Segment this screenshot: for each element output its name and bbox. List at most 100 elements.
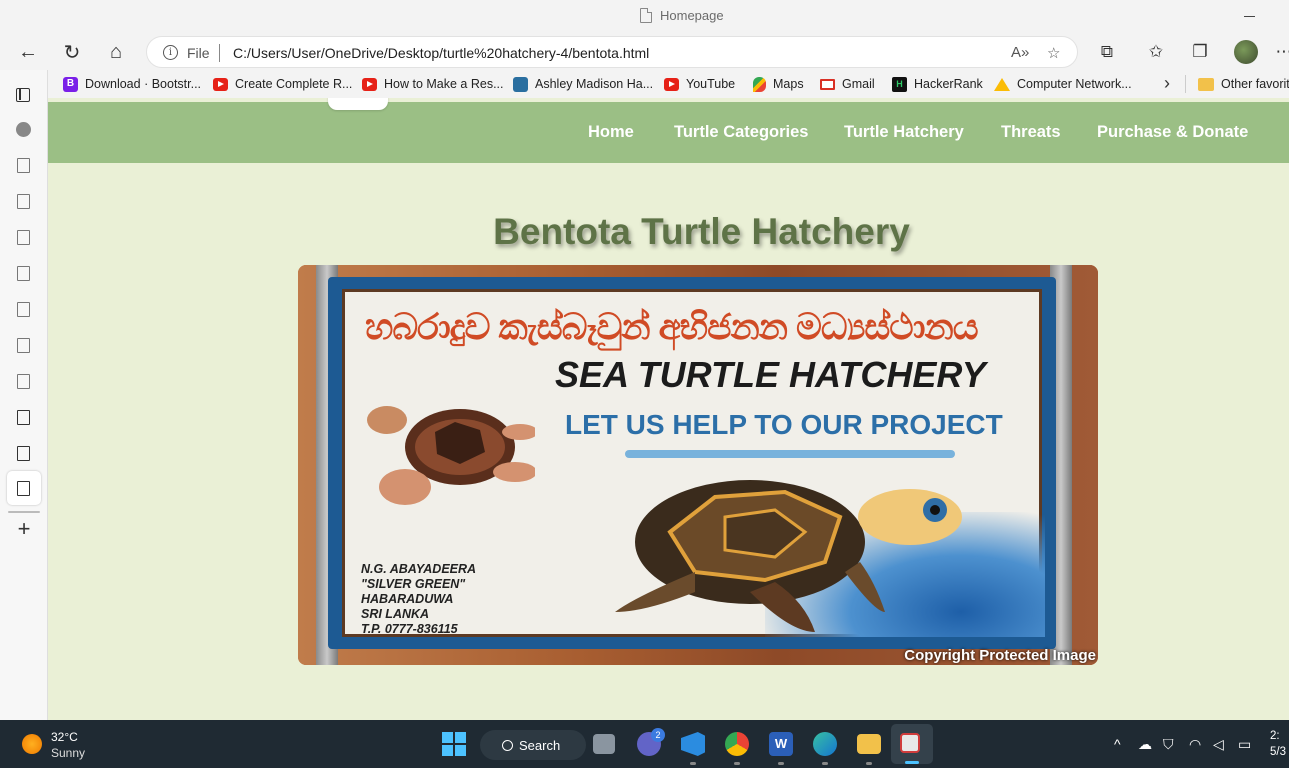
page-title: Bentota Turtle Hatchery <box>493 211 910 252</box>
tab-page-icon[interactable] <box>17 302 30 317</box>
bookmark-label: Gmail <box>842 77 875 91</box>
refresh-button[interactable]: ↻ <box>59 39 85 65</box>
site-navbar: Home Turtle Categories Turtle Hatchery T… <box>48 98 1289 163</box>
bookmark-item[interactable]: YouTube <box>664 75 735 93</box>
nav-turtle-hatchery[interactable]: Turtle Hatchery <box>844 123 964 142</box>
large-turtle-illustration <box>615 480 962 632</box>
bookmark-item[interactable]: H HackerRank <box>892 75 983 93</box>
nav-turtle-categories[interactable]: Turtle Categories <box>674 123 808 142</box>
collections-icon[interactable]: ❐ <box>1188 40 1212 64</box>
new-tab-icon[interactable]: + <box>13 516 35 542</box>
search-label: Search <box>519 737 561 753</box>
file-explorer-icon[interactable] <box>857 734 881 754</box>
running-indicator <box>690 762 696 765</box>
vscode-icon[interactable] <box>681 732 705 756</box>
bookmark-label: YouTube <box>686 77 736 91</box>
battery-icon[interactable]: ▭ <box>1238 736 1251 753</box>
clock-time: 2: <box>1270 730 1280 742</box>
profile-avatar[interactable] <box>1234 40 1258 64</box>
tab-page-icon[interactable] <box>17 446 30 461</box>
chevron-right-icon[interactable]: › <box>1164 73 1170 94</box>
address-bar[interactable]: i File C:/Users/User/OneDrive/Desktop/tu… <box>146 36 1078 68</box>
tab-page-icon[interactable] <box>17 481 30 496</box>
bookmark-item[interactable]: Ashley Madison Ha... <box>513 75 653 93</box>
logo[interactable] <box>328 98 388 110</box>
nav-purchase-donate[interactable]: Purchase & Donate <box>1097 123 1248 142</box>
tab-page-icon[interactable] <box>17 410 30 425</box>
volume-icon[interactable]: ◁ <box>1213 736 1224 753</box>
chrome-icon[interactable] <box>725 732 749 756</box>
tab-page-icon[interactable] <box>17 230 30 245</box>
word-icon[interactable]: W <box>769 732 793 756</box>
add-favorite-icon[interactable]: ☆ <box>1047 44 1060 62</box>
credit-line: N.G. ABAYADEERA <box>361 562 477 576</box>
copyright-caption: Copyright Protected Image <box>904 647 1096 664</box>
credit-line: T.P. 0777-836115 <box>361 622 458 636</box>
google-drive-icon <box>994 77 1010 91</box>
page-viewport: Home Turtle Categories Turtle Hatchery T… <box>48 98 1289 720</box>
sign-title: SEA TURTLE HATCHERY <box>555 354 986 395</box>
tab-page-icon[interactable] <box>17 338 30 353</box>
bookmark-item[interactable]: Maps <box>753 75 804 93</box>
running-indicator <box>734 762 740 765</box>
tab-page-icon[interactable] <box>17 374 30 389</box>
snipping-tool-icon[interactable] <box>900 733 920 753</box>
read-aloud-icon[interactable]: A» <box>1011 44 1029 61</box>
youtube-icon <box>362 77 377 91</box>
weather-temperature[interactable]: 32°C <box>51 730 78 744</box>
bookmark-item[interactable]: Computer Network... <box>994 75 1132 93</box>
sign-credit: N.G. ABAYADEERA "SILVER GREEN" HABARADUW… <box>361 562 476 637</box>
tab-page-icon[interactable] <box>17 266 30 281</box>
minimize-button[interactable] <box>1244 16 1255 17</box>
address-divider <box>219 44 220 62</box>
cloud-icon[interactable]: ☁ <box>1138 736 1152 753</box>
site-icon <box>513 76 528 92</box>
edge-icon[interactable] <box>813 732 837 756</box>
folder-icon <box>1198 77 1214 91</box>
shield-icon[interactable]: ⛉ <box>1163 736 1174 753</box>
more-icon[interactable]: ⋯ <box>1272 40 1289 64</box>
small-turtle-illustration <box>367 406 535 505</box>
chevron-up-icon[interactable]: ^ <box>1114 736 1121 752</box>
bookmark-item[interactable]: Create Complete R... <box>213 75 352 93</box>
window-title-text: Homepage <box>660 8 724 23</box>
bookmark-item[interactable]: How to Make a Res... <box>362 75 504 93</box>
window-title: Homepage <box>640 8 724 23</box>
bookmark-label: Create Complete R... <box>235 77 353 91</box>
wifi-icon[interactable]: ◠ <box>1189 736 1201 753</box>
url-text[interactable]: C:/Users/User/OneDrive/Desktop/turtle%20… <box>233 45 649 61</box>
bookmark-item[interactable]: Gmail <box>820 75 875 93</box>
windows-start-icon[interactable] <box>442 732 466 756</box>
tab-page-icon[interactable] <box>17 158 30 173</box>
running-indicator <box>866 762 872 765</box>
credit-line: "SILVER GREEN" <box>361 577 466 591</box>
bookmark-label: HackerRank <box>914 77 983 91</box>
hatchery-sign-image: හබරාදුව කැස්බෑවුන් අභිජනන මධ්‍යස්ථානය SE… <box>298 265 1098 665</box>
nav-threats[interactable]: Threats <box>1001 123 1061 142</box>
sun-icon[interactable] <box>22 734 42 754</box>
taskbar-search[interactable]: Search <box>480 730 586 760</box>
weather-condition[interactable]: Sunny <box>51 746 85 760</box>
github-icon[interactable] <box>16 122 31 137</box>
extensions-icon[interactable]: ⧉ <box>1095 40 1119 64</box>
info-icon[interactable]: i <box>163 45 178 60</box>
favorites-icon[interactable]: ✩ <box>1144 40 1168 64</box>
nav-home[interactable]: Home <box>588 123 634 142</box>
other-favorites[interactable]: Other favorit <box>1198 75 1289 93</box>
title-bar: Homepage <box>0 0 1289 34</box>
bookmark-divider <box>1185 75 1186 93</box>
notification-badge: 2 <box>651 728 665 742</box>
clock[interactable]: 2: 5/3 <box>1270 728 1286 760</box>
sign-board: හබරාදුව කැස්බෑවුන් අභිජනන මධ්‍යස්ථානය SE… <box>328 277 1056 649</box>
tab-actions-icon[interactable] <box>16 88 30 102</box>
back-button[interactable]: ← <box>15 39 41 65</box>
active-indicator <box>905 761 919 764</box>
task-view-icon[interactable] <box>593 734 615 754</box>
running-indicator <box>822 762 828 765</box>
scheme-label: File <box>187 45 210 61</box>
tab-page-icon[interactable] <box>17 194 30 209</box>
bookmark-item[interactable]: B Download · Bootstr... <box>63 75 201 93</box>
clock-date: 5/3 <box>1270 746 1286 758</box>
home-button[interactable]: ⌂ <box>103 39 129 65</box>
document-icon <box>640 8 652 23</box>
